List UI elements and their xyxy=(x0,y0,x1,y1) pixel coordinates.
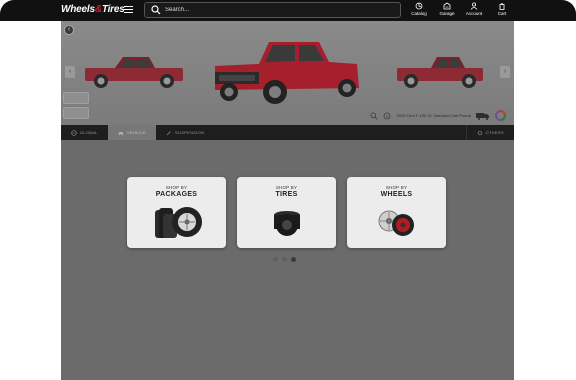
nav-garage[interactable]: Garage xyxy=(433,2,461,20)
chevron-right-icon: › xyxy=(503,68,507,75)
zoom-icon[interactable] xyxy=(370,111,379,120)
nav-account[interactable]: Account xyxy=(460,2,488,20)
tab-others-label: OTHERS xyxy=(485,130,504,135)
shop-by-tires-card[interactable]: SHOP BY TIRES xyxy=(237,177,336,248)
logo-ampersand: & xyxy=(94,4,102,15)
card-title: WHEELS xyxy=(380,191,413,198)
config-tabbar: GLOBAL VEHICLE SUSPENSION OTHERS xyxy=(61,125,514,140)
tab-suspension[interactable]: SUSPENSION xyxy=(156,125,214,140)
shop-by-wheels-card[interactable]: SHOP BY WHEELS xyxy=(347,177,446,248)
settings-icon xyxy=(477,130,482,135)
nav-cart-label: Cart xyxy=(497,11,507,16)
garage-icon xyxy=(443,2,451,10)
nav-account-label: Account xyxy=(465,11,483,16)
app-frame: Wheels&Tires Catalog Garage Account Cart xyxy=(0,0,576,380)
shop-by-packages-card[interactable]: SHOP BY PACKAGES xyxy=(127,177,226,248)
search-input[interactable] xyxy=(165,7,365,13)
back-arrow-icon: ‹ xyxy=(67,26,71,33)
nav-catalog[interactable]: Catalog xyxy=(405,2,433,20)
search-icon xyxy=(151,5,161,15)
back-button[interactable]: ‹ xyxy=(64,25,74,35)
nav-cart[interactable]: Cart xyxy=(488,2,516,20)
vehicle-name: 2024 Ford F-150 XL Standard Cab Pickup xyxy=(396,113,471,118)
chevron-left-icon: ‹ xyxy=(68,68,72,75)
info-icon[interactable] xyxy=(383,112,391,120)
truck-image-center xyxy=(215,42,359,104)
logo-word-tires: Tires xyxy=(101,4,125,15)
truck-icon[interactable] xyxy=(476,111,490,120)
wrench-icon xyxy=(166,130,171,135)
nav-garage-label: Garage xyxy=(439,11,455,16)
shop-by-cards: SHOP BY PACKAGES SHOP BY TIRES SHOP BY W… xyxy=(127,177,446,248)
color-picker-icon[interactable] xyxy=(495,110,506,121)
hamburger-menu-icon[interactable] xyxy=(124,6,133,14)
card-pretitle: SHOP BY xyxy=(165,185,188,190)
account-icon xyxy=(470,2,478,10)
carousel-prev-button[interactable]: ‹ xyxy=(65,66,75,78)
pagination-dot-1[interactable] xyxy=(273,257,278,262)
vehicle-configurator: ‹ ‹ › 2024 Ford F-150 XL Standard Cab Pi… xyxy=(61,21,514,380)
tab-others[interactable]: OTHERS xyxy=(465,125,514,140)
card-title: PACKAGES xyxy=(155,191,198,198)
pagination-dot-3[interactable] xyxy=(291,257,296,262)
vehicle-hero: ‹ ‹ › 2024 Ford F-150 XL Standard Cab Pi… xyxy=(61,21,514,125)
card-pretitle: SHOP BY xyxy=(385,185,408,190)
carousel-pagination xyxy=(273,257,296,262)
card-title: TIRES xyxy=(275,191,298,198)
wheel-icon xyxy=(378,210,414,236)
tab-global-label: GLOBAL xyxy=(80,130,98,135)
pagination-dot-2[interactable] xyxy=(282,257,287,262)
globe-icon xyxy=(71,129,77,136)
tab-suspension-label: SUSPENSION xyxy=(175,130,205,135)
top-navigation-bar: Wheels&Tires Catalog Garage Account Cart xyxy=(0,0,576,21)
tab-global[interactable]: GLOBAL xyxy=(61,125,108,140)
tab-vehicle-label: VEHICLE xyxy=(126,130,147,135)
angle-thumb-2[interactable] xyxy=(63,107,89,119)
nav-catalog-label: Catalog xyxy=(411,11,427,16)
tire-icon xyxy=(273,211,300,236)
catalog-icon xyxy=(415,2,423,10)
carousel-next-button[interactable]: › xyxy=(500,66,510,78)
angle-thumb-1[interactable] xyxy=(63,92,89,104)
search-box[interactable] xyxy=(144,2,401,18)
package-wheel-tire-icon xyxy=(154,207,202,238)
cart-icon xyxy=(499,3,505,10)
car-icon xyxy=(118,131,124,135)
truck-image-left xyxy=(85,57,183,88)
vehicle-info-row: 2024 Ford F-150 XL Standard Cab Pickup xyxy=(370,110,506,121)
tab-vehicle[interactable]: VEHICLE xyxy=(107,125,157,140)
truck-image-right xyxy=(397,57,483,88)
logo-word-wheels: Wheels xyxy=(61,4,95,15)
site-logo[interactable]: Wheels&Tires xyxy=(61,4,125,15)
card-pretitle: SHOP BY xyxy=(275,185,298,190)
